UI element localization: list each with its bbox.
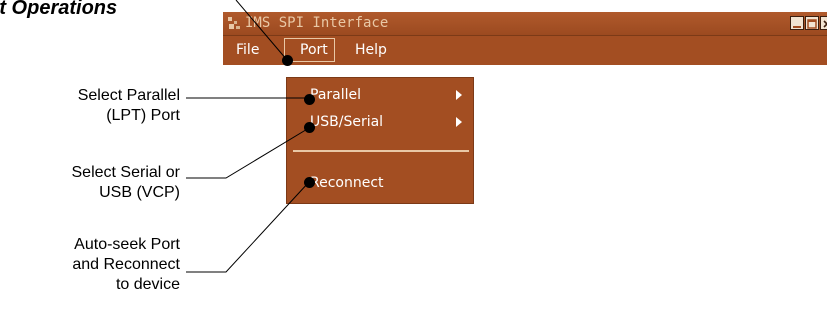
close-icon[interactable] (820, 16, 827, 30)
callout-dot-reconnect (304, 177, 315, 188)
menu-item-reconnect-label: Reconnect (310, 175, 384, 191)
menu-file[interactable]: File (230, 38, 265, 62)
callout-parallel-line-1: Select Parallel (77, 87, 180, 104)
menu-item-usb-serial-label: USB/Serial (310, 114, 384, 130)
app-window: IMS SPI Interface File Port Help (223, 12, 827, 65)
submenu-arrow-icon (456, 90, 462, 100)
callout-reconnect-line-3: to device (115, 276, 180, 293)
title-bar[interactable]: IMS SPI Interface (223, 12, 827, 35)
minimize-icon[interactable] (790, 16, 804, 30)
app-icon (228, 17, 240, 29)
callout-serial: Select Serial or USB (VCP) (72, 163, 181, 203)
callout-serial-line-1: Select Serial or (71, 164, 181, 181)
callout-dot-parallel (304, 94, 315, 105)
callout-reconnect: Auto-seek Port and Reconnect to device (72, 235, 180, 295)
menu-item-usb-serial[interactable]: USB/Serial (288, 109, 472, 135)
callout-dot-usb-serial (304, 122, 315, 133)
menu-item-parallel-label: Parallel (310, 87, 362, 103)
callout-parallel-line-2: (LPT) Port (106, 107, 180, 124)
callout-dot-port (282, 55, 293, 66)
callout-reconnect-line-1: Auto-seek Port (74, 236, 180, 253)
submenu-arrow-icon (456, 117, 462, 127)
section-heading: Port Operations (0, 0, 170, 21)
menu-separator (293, 150, 469, 152)
callout-parallel: Select Parallel (LPT) Port (78, 86, 180, 126)
menu-item-reconnect[interactable]: Reconnect (288, 170, 472, 196)
menu-item-parallel[interactable]: Parallel (288, 82, 472, 108)
section-heading-text: Port Operations (0, 0, 118, 19)
maximize-icon[interactable] (805, 16, 819, 30)
menu-bar: File Port Help (223, 35, 827, 65)
menu-help[interactable]: Help (349, 38, 393, 62)
callout-reconnect-line-2: and Reconnect (72, 256, 180, 273)
callout-serial-line-2: USB (VCP) (99, 184, 180, 201)
window-title: IMS SPI Interface (245, 15, 389, 31)
